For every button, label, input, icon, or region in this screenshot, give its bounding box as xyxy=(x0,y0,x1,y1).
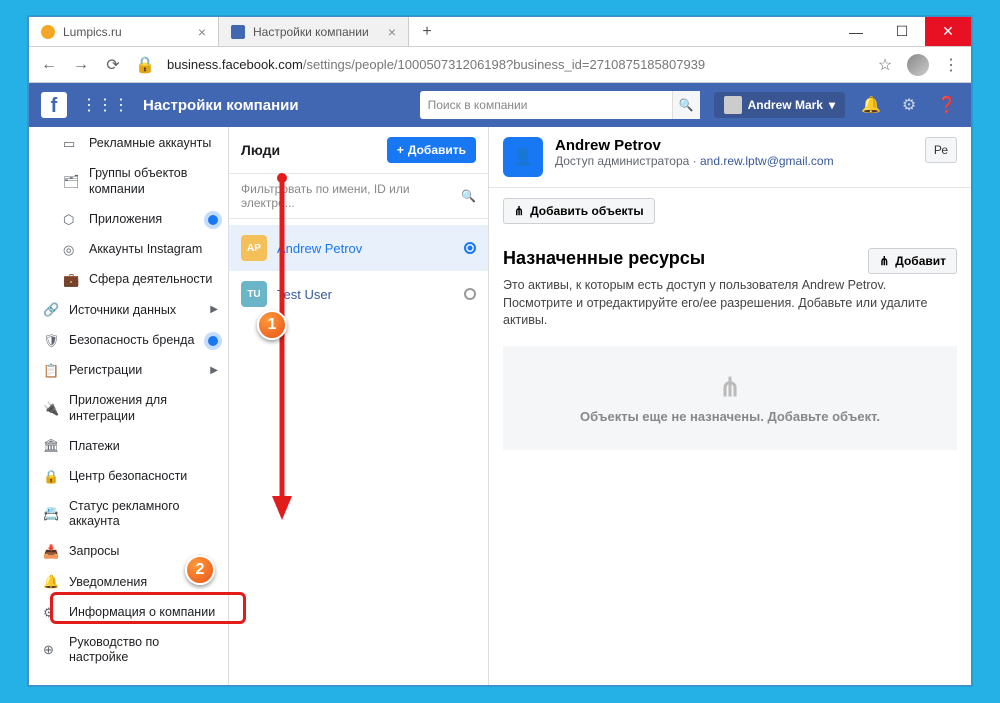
fb-logo-icon[interactable]: f xyxy=(41,92,67,118)
maximize-button[interactable]: ☐ xyxy=(879,17,925,46)
bank-icon: 🏛 xyxy=(43,438,59,454)
folder-icon: 🗂 xyxy=(63,174,79,190)
company-search-input[interactable]: Поиск в компании 🔍 xyxy=(420,91,700,119)
menu-icon[interactable]: ⋮ xyxy=(941,55,961,75)
add-asset-button[interactable]: ⋔Добавит xyxy=(868,248,957,274)
section-description: Это активы, к которым есть доступ у поль… xyxy=(503,277,957,330)
shield-icon: 🛡 xyxy=(43,333,59,349)
star-icon[interactable]: ☆ xyxy=(875,55,895,75)
instagram-icon: ◎ xyxy=(63,242,79,258)
avatar xyxy=(724,96,742,114)
sidebar-item-instagram[interactable]: ◎Аккаунты Instagram xyxy=(29,235,228,265)
status-icon: 📇 xyxy=(43,506,59,522)
sidebar-item-business-line[interactable]: 💼Сфера деятельности xyxy=(29,265,228,295)
reload-icon[interactable]: ⟳ xyxy=(103,55,123,75)
briefcase-icon: 💼 xyxy=(63,272,79,288)
fb-header: f ⋮⋮⋮ Настройки компании Поиск в компани… xyxy=(29,83,971,127)
bell-icon[interactable]: 🔔 xyxy=(859,95,883,115)
back-icon[interactable]: ← xyxy=(39,56,59,74)
lock-icon: 🔒 xyxy=(43,469,59,485)
sidebar-item-setup-guide[interactable]: ⊕Руководство по настройке xyxy=(29,628,228,673)
chevron-right-icon: ▶ xyxy=(210,304,218,317)
help-icon[interactable]: ❓ xyxy=(935,95,959,115)
inbox-icon: 📥 xyxy=(43,544,59,560)
browser-tab-2[interactable]: Настройки компании × xyxy=(219,17,409,46)
sidebar-item-integrations[interactable]: 🔌Приложения для интеграции xyxy=(29,386,228,431)
apps-grid-icon[interactable]: ⋮⋮⋮ xyxy=(81,95,129,115)
browser-tab-1[interactable]: Lumpics.ru × xyxy=(29,17,219,46)
add-person-button[interactable]: +Добавить xyxy=(387,137,476,163)
chevron-down-icon: ▾ xyxy=(829,98,835,112)
minimize-button[interactable]: — xyxy=(833,17,879,46)
remove-button[interactable]: Ре xyxy=(925,137,957,163)
plus-icon: + xyxy=(397,143,404,157)
sidebar-item-ad-accounts[interactable]: ▭Рекламные аккаунты xyxy=(29,129,228,159)
url-field[interactable]: business.facebook.com/settings/people/10… xyxy=(167,57,863,72)
avatar-badge: AP xyxy=(241,235,267,261)
lock-icon: 🔒 xyxy=(135,55,155,75)
tab-title: Lumpics.ru xyxy=(63,25,122,39)
detail-name: Andrew Petrov xyxy=(555,137,834,154)
link-icon: 🔌 xyxy=(43,401,59,417)
empty-state: ⋔ Объекты еще не назначены. Добавьте объ… xyxy=(503,346,957,450)
forward-icon[interactable]: → xyxy=(71,56,91,74)
network-icon: ⋔ xyxy=(514,204,524,218)
search-icon[interactable]: 🔍 xyxy=(672,91,700,119)
chevron-right-icon: ▶ xyxy=(210,365,218,378)
people-filter-input[interactable]: Фильтровать по имени, ID или электро... … xyxy=(229,173,488,219)
close-icon[interactable]: × xyxy=(198,24,206,40)
dot-indicator xyxy=(208,336,218,346)
detail-email-link[interactable]: and.rew.lptw@gmail.com xyxy=(700,154,834,168)
network-icon: ⋔ xyxy=(879,254,889,268)
person-row[interactable]: AP Andrew Petrov xyxy=(229,225,488,271)
annotation-highlight-box xyxy=(50,592,246,624)
sidebar-item-data-sources[interactable]: 🔗Источники данных▶ xyxy=(29,295,228,325)
user-badge-icon: 👤 xyxy=(503,137,543,177)
close-window-button[interactable]: ✕ xyxy=(925,17,971,46)
search-icon: 🔍 xyxy=(461,189,476,203)
detail-panel: 👤 Andrew Petrov Доступ администратора · … xyxy=(489,127,971,685)
sidebar-item-payments[interactable]: 🏛Платежи xyxy=(29,431,228,461)
radio-icon xyxy=(464,288,476,300)
address-bar: ← → ⟳ 🔒 business.facebook.com/settings/p… xyxy=(29,47,971,83)
people-title: Люди xyxy=(241,142,280,158)
close-icon[interactable]: × xyxy=(388,24,396,40)
compass-icon: ⊕ xyxy=(43,642,59,658)
clipboard-icon: 📋 xyxy=(43,363,59,379)
sidebar-item-apps[interactable]: ⬡Приложения xyxy=(29,205,228,235)
bell-icon: 🔔 xyxy=(43,574,59,590)
dot-indicator xyxy=(208,215,218,225)
sidebar-item-asset-groups[interactable]: 🗂Группы объектов компании xyxy=(29,159,228,204)
sidebar-item-security-center[interactable]: 🔒Центр безопасности xyxy=(29,462,228,492)
annotation-callout-1: 1 xyxy=(257,310,287,340)
page-title: Настройки компании xyxy=(143,97,299,114)
network-icon: ⋔ xyxy=(529,372,931,403)
user-menu[interactable]: Andrew Mark ▾ xyxy=(714,92,845,118)
profile-avatar[interactable] xyxy=(907,54,929,76)
gear-icon[interactable]: ⚙ xyxy=(897,95,921,115)
tab-title: Настройки компании xyxy=(253,25,369,39)
add-objects-button[interactable]: ⋔Добавить объекты xyxy=(503,198,655,224)
avatar-badge: TU xyxy=(241,281,267,307)
app-icon: ⬡ xyxy=(63,212,79,228)
new-tab-button[interactable]: + xyxy=(409,17,445,46)
sidebar-item-registrations[interactable]: 📋Регистрации▶ xyxy=(29,356,228,386)
people-panel: Люди +Добавить Фильтровать по имени, ID … xyxy=(229,127,489,685)
annotation-arrow xyxy=(272,172,292,520)
share-icon: 🔗 xyxy=(43,302,59,318)
detail-role: Доступ администратора xyxy=(555,154,689,168)
annotation-callout-2: 2 xyxy=(185,555,215,585)
sidebar-item-brand-safety[interactable]: 🛡Безопасность бренда xyxy=(29,326,228,356)
card-icon: ▭ xyxy=(63,136,79,152)
browser-titlebar: Lumpics.ru × Настройки компании × + — ☐ … xyxy=(29,17,971,47)
sidebar-item-ad-status[interactable]: 📇Статус рекламного аккаунта xyxy=(29,492,228,537)
radio-icon xyxy=(464,242,476,254)
